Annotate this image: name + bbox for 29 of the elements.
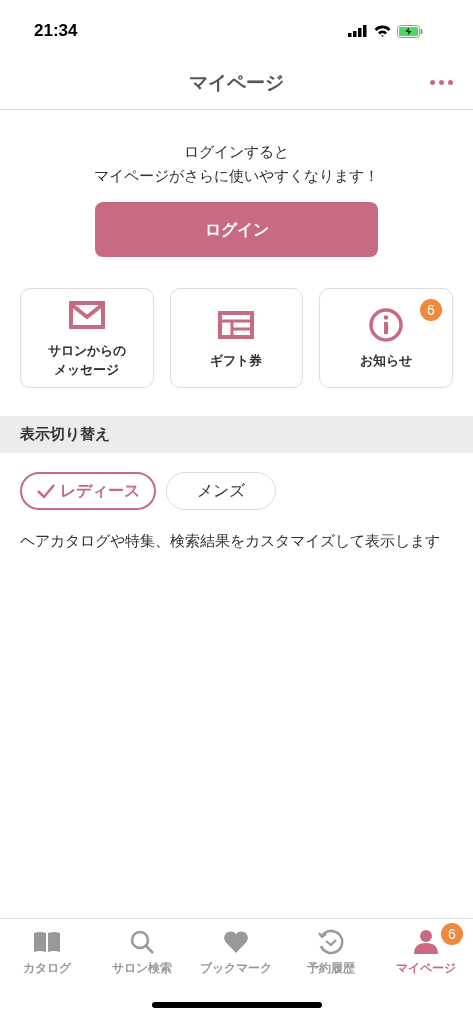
login-button[interactable]: ログイン [95, 202, 378, 257]
notification-badge: 6 [420, 299, 442, 321]
section-title: 表示切り替え [20, 424, 110, 445]
tab-bar-item[interactable]: 予約履歴 [283, 919, 379, 986]
book-icon [33, 931, 62, 953]
search-icon [128, 929, 155, 955]
grid-icon [218, 310, 255, 339]
tab-bar-item[interactable]: サロン検索 [94, 919, 190, 986]
wifi-icon [374, 25, 391, 37]
info-icon [368, 306, 405, 343]
menu-tile[interactable]: サロンからの メッセージ [20, 288, 154, 388]
tab-bar-item[interactable]: マイページ 6 [378, 919, 473, 986]
heart-icon [223, 930, 250, 954]
description-text: ヘアカタログや特集、検索結果をカスタマイズして表示します [19, 531, 441, 551]
check-icon [36, 483, 56, 499]
person-icon [412, 929, 439, 955]
signal-icon [348, 25, 368, 37]
gender-option[interactable]: レディース [20, 472, 156, 510]
tab-bar-item[interactable]: カタログ [0, 919, 95, 986]
battery-icon [397, 24, 423, 38]
tab-bar-item[interactable]: ブックマーク [189, 919, 284, 986]
menu-tile[interactable]: ギフト券 [169, 288, 304, 388]
envelope-icon [68, 301, 105, 329]
status-time: 21:34 [34, 20, 78, 43]
clock-icon [317, 928, 346, 956]
menu-tile[interactable]: お知らせ 6 [319, 288, 453, 388]
page-title: マイページ [189, 71, 284, 96]
notification-badge: 6 [441, 923, 463, 945]
login-prompt: ログインすると マイページがさらに使いやすくなります！ [94, 142, 379, 186]
